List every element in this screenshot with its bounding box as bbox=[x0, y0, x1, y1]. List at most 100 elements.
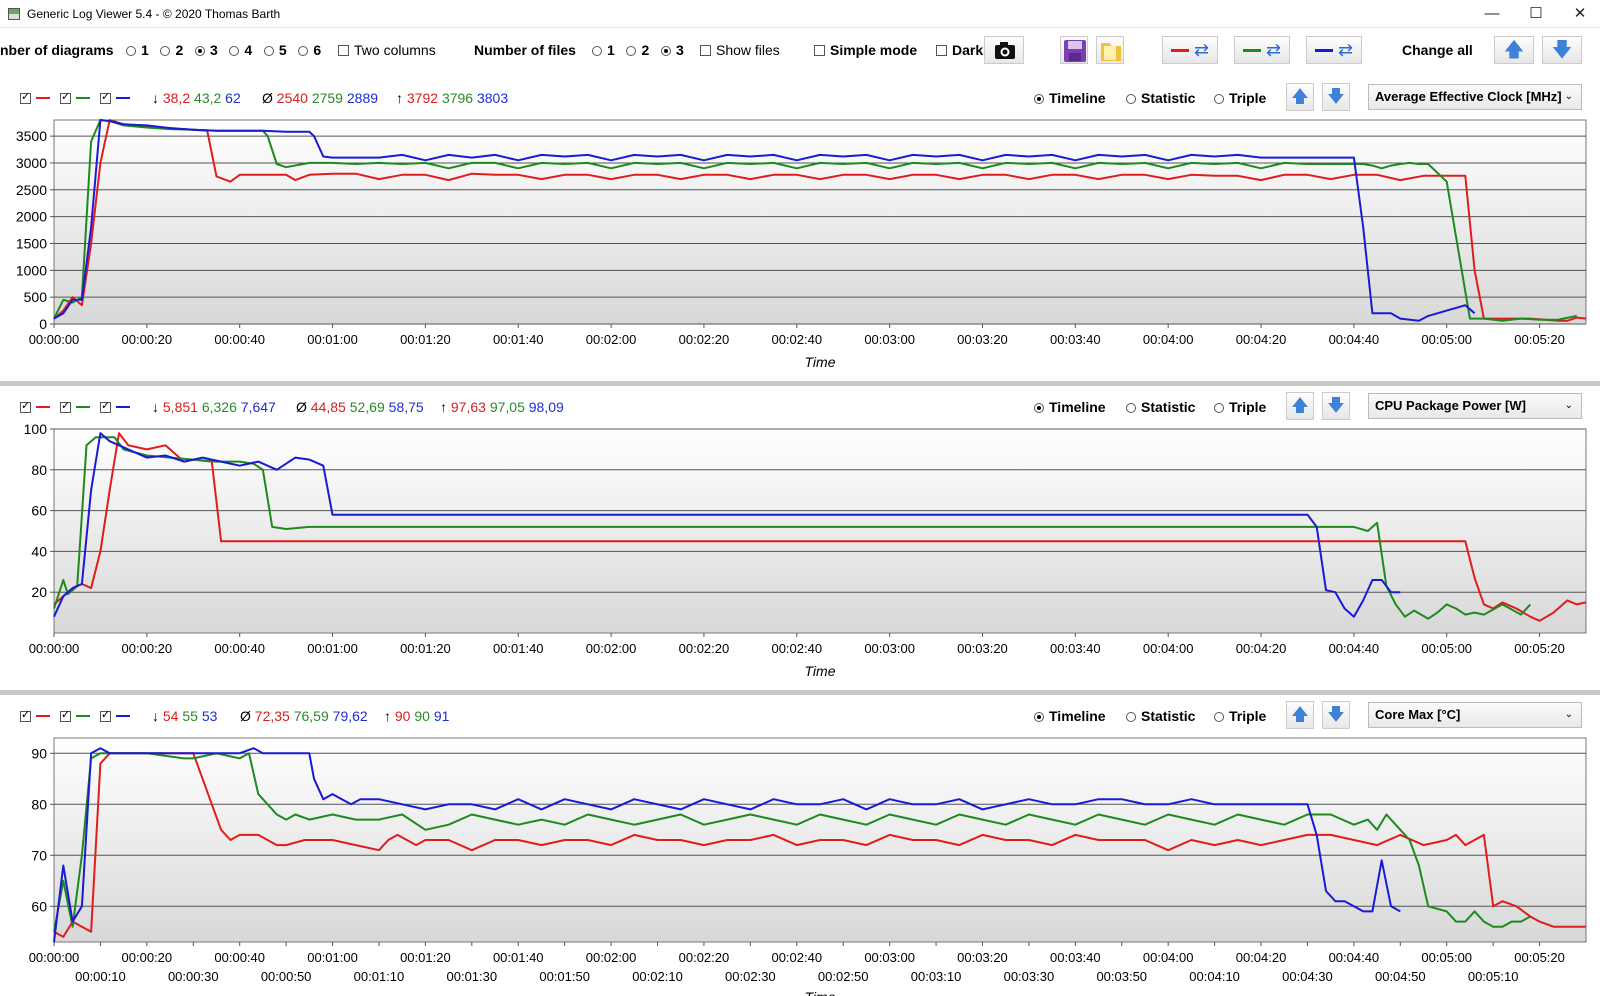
x-tick-label: 00:03:40 bbox=[1050, 332, 1101, 347]
chevron-down-icon: ⌄ bbox=[1564, 400, 1573, 411]
view-triple[interactable]: Triple bbox=[1214, 399, 1266, 415]
series-toggle-green[interactable] bbox=[60, 399, 90, 415]
dark-checkbox[interactable]: Dark bbox=[936, 30, 983, 70]
view-statistic[interactable]: Statistic bbox=[1126, 90, 1195, 106]
x-tick-label: 00:04:20 bbox=[1236, 641, 1287, 656]
view-statistic[interactable]: Statistic bbox=[1126, 399, 1195, 415]
metric-select[interactable]: CPU Package Power [W] ⌄ bbox=[1368, 393, 1582, 419]
diagram-option-3[interactable]: 3 bbox=[194, 42, 218, 58]
arrow-up-icon[interactable]: 🡅 bbox=[1286, 83, 1314, 111]
green-line-icon bbox=[1243, 49, 1261, 52]
series-toggle-red[interactable] bbox=[20, 708, 50, 724]
x-tick-label: 00:00:20 bbox=[122, 950, 173, 965]
min-blue: 53 bbox=[201, 708, 218, 724]
view-timeline[interactable]: Timeline bbox=[1034, 708, 1106, 724]
arrow-down-icon[interactable]: 🡇 bbox=[1322, 392, 1350, 420]
x-tick-label: 00:04:40 bbox=[1329, 332, 1380, 347]
panel-header: ↓ 38,2 43,2 62 Ø 2540 2759 2889 ↑ 3792 3… bbox=[0, 80, 1600, 114]
view-triple[interactable]: Triple bbox=[1214, 708, 1266, 724]
x-tick-label: 00:00:40 bbox=[214, 950, 265, 965]
stats-avg: Ø 72,35 76,59 79,62 bbox=[240, 708, 368, 724]
view-timeline[interactable]: Timeline bbox=[1034, 90, 1106, 106]
arrow-up-icon[interactable]: 🡅 bbox=[1494, 36, 1534, 64]
file-option-1[interactable]: 1 bbox=[592, 42, 615, 58]
x-tick-label: 00:01:40 bbox=[493, 950, 544, 965]
x-tick-label: 00:01:30 bbox=[447, 969, 498, 984]
diagram-option-5[interactable]: 5 bbox=[263, 42, 287, 58]
swap-red-button[interactable]: ⇄ bbox=[1162, 36, 1218, 64]
simple-mode-checkbox[interactable]: Simple mode bbox=[814, 30, 917, 70]
diagram-option-1[interactable]: 1 bbox=[126, 42, 149, 58]
series-toggle-green[interactable] bbox=[60, 708, 90, 724]
x-tick-label: 00:01:10 bbox=[354, 969, 405, 984]
x-tick-label: 00:02:30 bbox=[725, 969, 776, 984]
y-tick-label: 3500 bbox=[16, 128, 47, 144]
max-symbol: ↑ bbox=[396, 90, 403, 106]
x-tick-label: 00:03:20 bbox=[957, 641, 1008, 656]
x-tick-label: 00:02:00 bbox=[586, 332, 637, 347]
series-toggle-red[interactable] bbox=[20, 399, 50, 415]
arrow-down-icon[interactable]: 🡇 bbox=[1322, 701, 1350, 729]
file-option-3[interactable]: 3 bbox=[660, 42, 684, 58]
x-tick-label: 00:02:20 bbox=[679, 332, 730, 347]
series-toggle-blue[interactable] bbox=[100, 708, 130, 724]
view-triple[interactable]: Triple bbox=[1214, 90, 1266, 106]
view-timeline[interactable]: Timeline bbox=[1034, 399, 1106, 415]
save-icon[interactable] bbox=[1060, 36, 1088, 64]
swap-blue-button[interactable]: ⇄ bbox=[1306, 36, 1362, 64]
arrow-up-icon[interactable]: 🡅 bbox=[1286, 701, 1314, 729]
avg-blue: 79,62 bbox=[332, 708, 368, 724]
swap-icon: ⇄ bbox=[1194, 40, 1210, 60]
min-symbol: ↓ bbox=[152, 399, 159, 415]
x-tick-label: 00:02:00 bbox=[586, 641, 637, 656]
close-button[interactable]: ✕ bbox=[1560, 4, 1600, 24]
min-symbol: ↓ bbox=[152, 708, 159, 724]
max-green: 3796 bbox=[441, 90, 474, 106]
min-red: 5,851 bbox=[162, 399, 198, 415]
show-files-checkbox[interactable]: Show files bbox=[700, 30, 780, 70]
title-bar: Generic Log Viewer 5.4 - © 2020 Thomas B… bbox=[0, 0, 1600, 28]
metric-select[interactable]: Average Effective Clock [MHz] ⌄ bbox=[1368, 84, 1582, 110]
series-toggle-green[interactable] bbox=[60, 90, 90, 106]
minimize-button[interactable]: — bbox=[1472, 4, 1512, 24]
x-tick-label: 00:04:40 bbox=[1329, 950, 1380, 965]
maximize-button[interactable]: ☐ bbox=[1516, 4, 1556, 24]
arrow-down-icon[interactable]: 🡇 bbox=[1542, 36, 1582, 64]
y-tick-label: 90 bbox=[31, 745, 47, 761]
camera-icon[interactable] bbox=[984, 36, 1024, 64]
arrow-down-icon[interactable]: 🡇 bbox=[1322, 83, 1350, 111]
series-toggle-red[interactable] bbox=[20, 90, 50, 106]
x-tick-label: 00:05:20 bbox=[1514, 641, 1565, 656]
y-tick-label: 80 bbox=[31, 796, 47, 812]
series-toggle-blue[interactable] bbox=[100, 90, 130, 106]
chart-2: 20 40 60 80 100 00:00:00 00:00:20 00:00:40 00:01… bbox=[24, 423, 1587, 679]
diagram-option-6[interactable]: 6 bbox=[298, 42, 321, 58]
x-tick-label: 00:03:00 bbox=[864, 950, 915, 965]
series-toggle-blue[interactable] bbox=[100, 399, 130, 415]
chart-3: 60 70 80 90 00:00:00 00:00:10 00:00:20 00:00:30… bbox=[29, 737, 1587, 996]
avg-symbol: Ø bbox=[240, 708, 251, 724]
x-tick-label: 00:01:00 bbox=[307, 950, 358, 965]
y-tick-label: 1500 bbox=[16, 235, 47, 251]
panel-header: ↓ 54 55 53 Ø 72,35 76,59 79,62 ↑ 90 90 9… bbox=[0, 698, 1600, 732]
two-columns-checkbox[interactable]: Two columns bbox=[338, 30, 436, 70]
avg-red: 72,35 bbox=[254, 708, 290, 724]
diagram-option-4[interactable]: 4 bbox=[229, 42, 252, 58]
arrow-up-icon[interactable]: 🡅 bbox=[1286, 392, 1314, 420]
folder-icon[interactable] bbox=[1096, 36, 1124, 64]
diagrams-label: nber of diagrams bbox=[0, 42, 114, 58]
y-tick-label: 60 bbox=[31, 898, 47, 914]
metric-select-value: CPU Package Power [W] bbox=[1375, 398, 1526, 413]
y-tick-label: 40 bbox=[31, 543, 47, 559]
x-tick-label: 00:03:20 bbox=[957, 950, 1008, 965]
stats-min: ↓ 38,2 43,2 62 bbox=[152, 90, 241, 106]
panel-separator bbox=[0, 381, 1600, 386]
y-tick-label: 0 bbox=[39, 316, 47, 332]
x-tick-label: 00:03:50 bbox=[1096, 969, 1147, 984]
swap-green-button[interactable]: ⇄ bbox=[1234, 36, 1290, 64]
metric-select[interactable]: Core Max [°C] ⌄ bbox=[1368, 702, 1582, 728]
diagram-option-2[interactable]: 2 bbox=[160, 42, 183, 58]
plot-area bbox=[53, 119, 1587, 325]
view-statistic[interactable]: Statistic bbox=[1126, 708, 1195, 724]
file-option-2[interactable]: 2 bbox=[626, 42, 649, 58]
